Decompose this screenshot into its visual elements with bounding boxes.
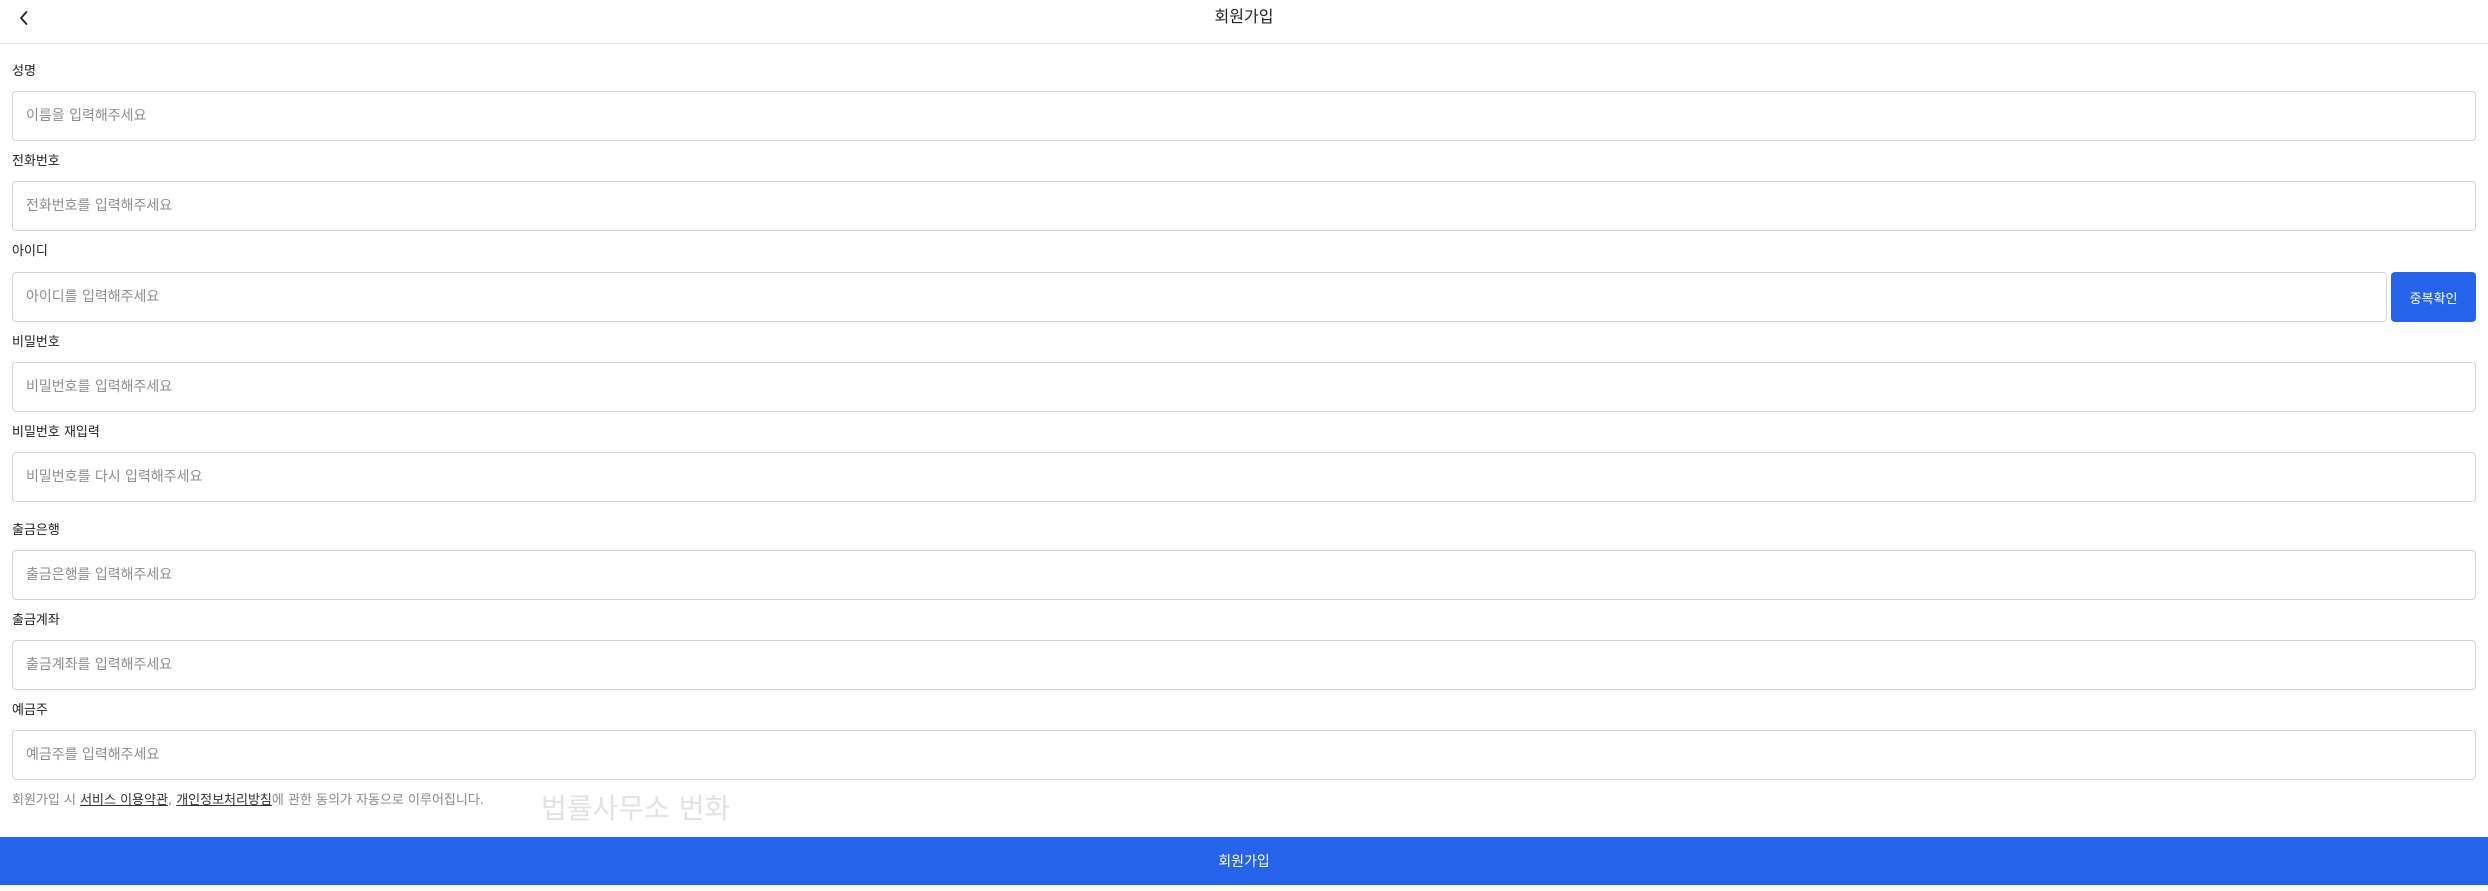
password-confirm-input[interactable] <box>12 452 2476 502</box>
name-label: 성명 <box>12 64 36 79</box>
signup-submit-button[interactable]: 회원가입 <box>0 837 2488 885</box>
password-input[interactable] <box>12 362 2476 412</box>
watermark: 법률사무소 번화 <box>541 792 731 825</box>
phone-input[interactable] <box>12 181 2476 231</box>
duplicate-check-button[interactable]: 중복확인 <box>2391 272 2476 322</box>
account-label: 출금계좌 <box>12 613 60 628</box>
top-bar: 회원가입 <box>0 0 2488 44</box>
agreement-separator: , <box>167 793 177 808</box>
terms-link[interactable]: 서비스 이용약관 <box>80 793 168 808</box>
password-label: 비밀번호 <box>12 335 60 350</box>
user-id-input[interactable] <box>12 272 2387 322</box>
password-confirm-label: 비밀번호 재입력 <box>12 425 100 440</box>
holder-input[interactable] <box>12 730 2476 780</box>
user-id-label: 아이디 <box>12 244 48 259</box>
bank-label: 출금은행 <box>12 523 60 538</box>
account-input[interactable] <box>12 640 2476 690</box>
phone-label: 전화번호 <box>12 154 60 169</box>
name-input[interactable] <box>12 91 2476 141</box>
agreement-notice: 회원가입 시 서비스 이용약관, 개인정보처리방침에 관한 동의가 자동으로 이… <box>12 792 484 810</box>
page-title: 회원가입 <box>1214 7 1274 26</box>
holder-label: 예금주 <box>12 703 48 718</box>
agreement-suffix: 에 관한 동의가 자동으로 이루어집니다. <box>271 793 484 808</box>
bank-input[interactable] <box>12 550 2476 600</box>
agreement-prefix: 회원가입 시 <box>12 793 81 808</box>
privacy-policy-link[interactable]: 개인정보처리방침 <box>176 793 272 808</box>
